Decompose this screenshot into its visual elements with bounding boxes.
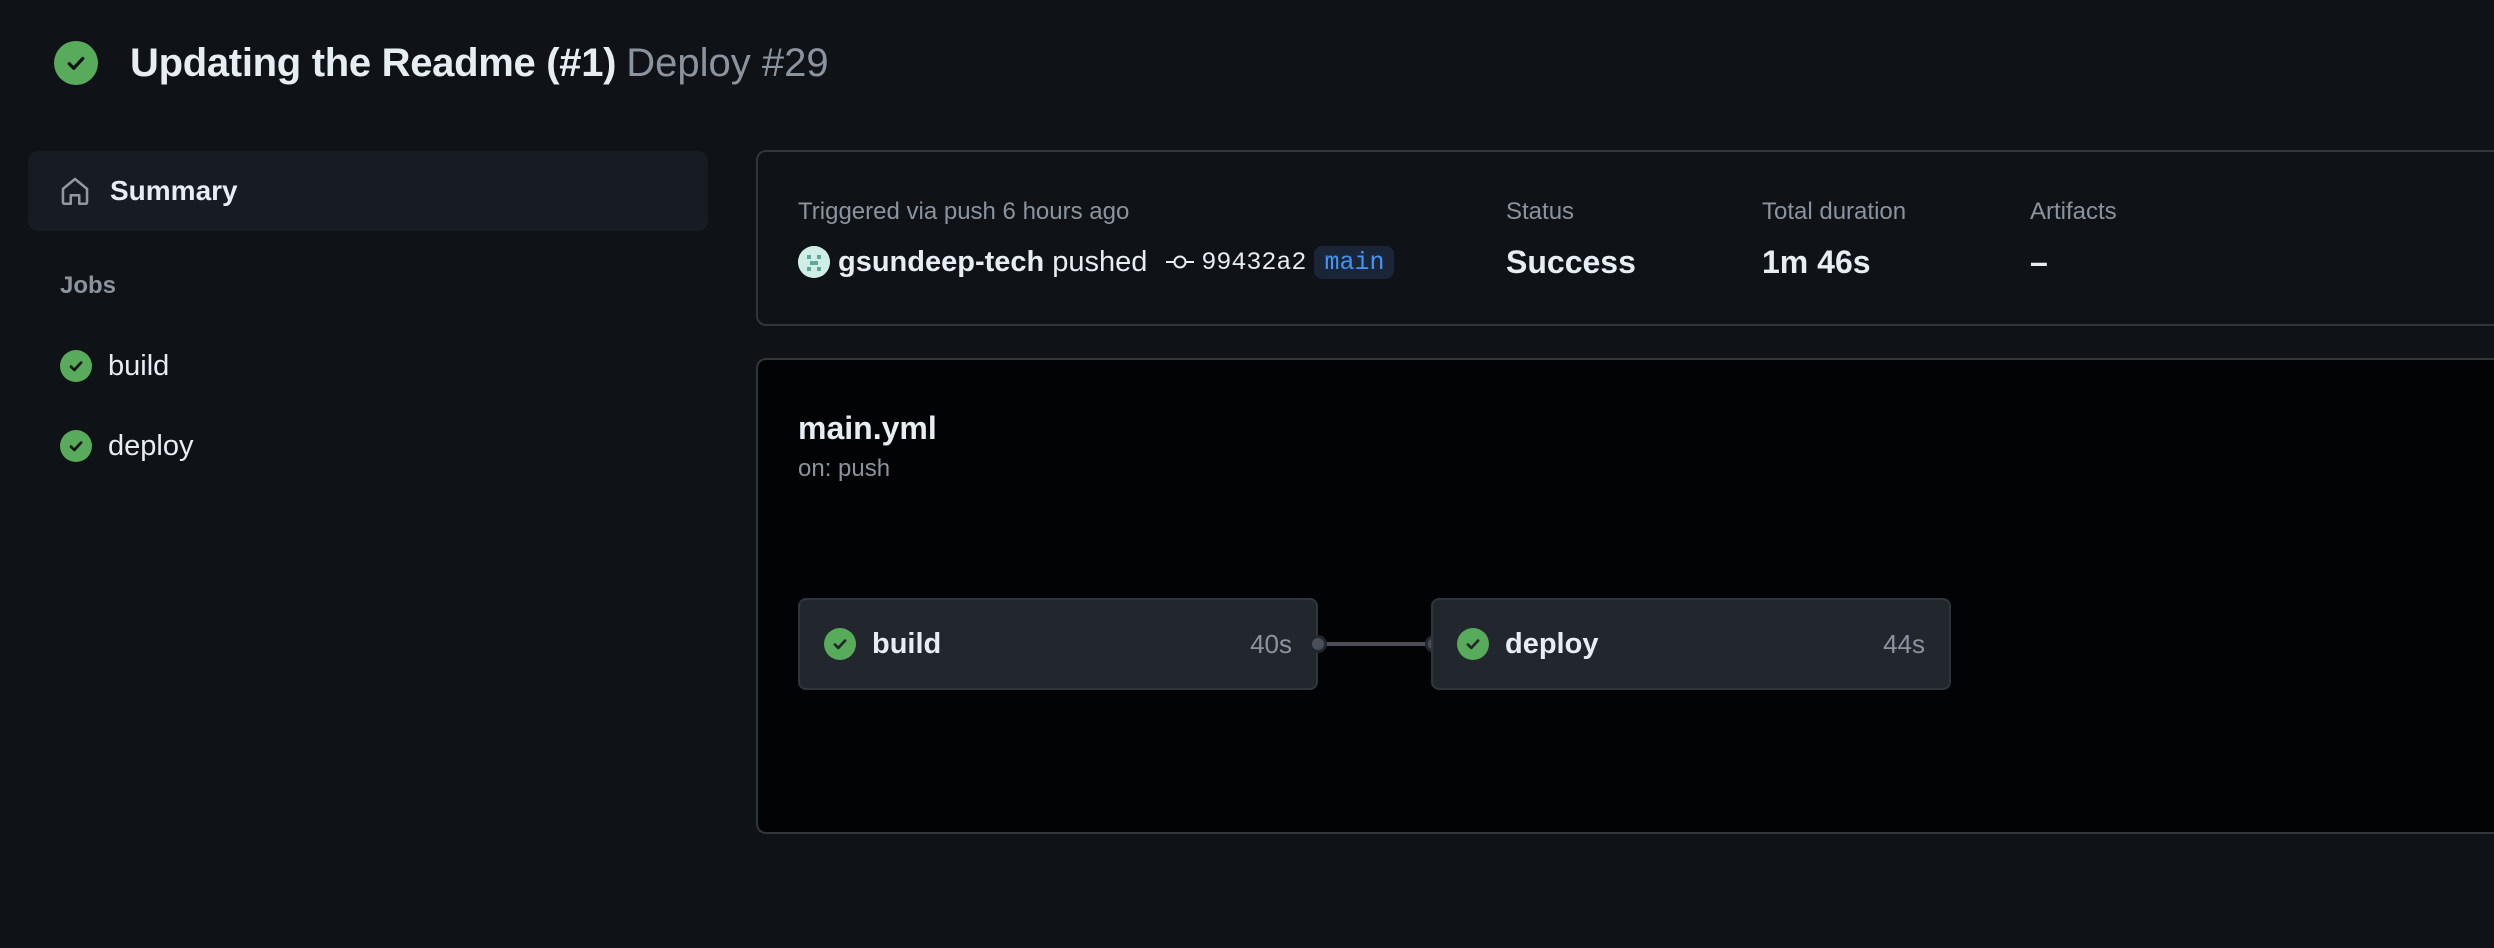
sidebar-job-label: build [108, 349, 170, 382]
branch-badge[interactable]: main [1314, 245, 1395, 279]
actor-link[interactable]: gsundeep-tech [838, 246, 1044, 279]
success-check-icon [60, 430, 92, 462]
trigger-text: Triggered via push 6 hours ago [798, 198, 1130, 225]
commit-sha-link[interactable]: 99432a2 [1201, 248, 1306, 277]
status-label: Status [1506, 198, 1575, 225]
sidebar-job-label: deploy [108, 429, 194, 462]
action-text: pushed [1052, 245, 1148, 278]
connector-dot [1309, 635, 1327, 653]
job-node-name: build [872, 627, 942, 660]
job-node-name: deploy [1505, 627, 1599, 660]
run-title: Updating the Readme (#1) [130, 40, 617, 85]
jobs-heading: Jobs [60, 272, 117, 299]
job-node-duration: 44s [1883, 628, 1925, 659]
git-commit-icon [1165, 252, 1195, 272]
success-check-icon [54, 41, 98, 85]
workflow-trigger: on: push [798, 455, 891, 482]
job-node-duration: 40s [1250, 628, 1292, 659]
job-node-deploy[interactable]: deploy 44s [1431, 598, 1951, 690]
avatar[interactable] [798, 246, 830, 278]
commit-line: gsundeep-tech pushed 99432a2 main [798, 242, 1395, 282]
artifacts-value: – [2030, 244, 2048, 280]
sidebar-job-build[interactable]: build [60, 346, 169, 386]
success-check-icon [1457, 628, 1489, 660]
job-node-build[interactable]: build 40s [798, 598, 1318, 690]
status-value: Success [1506, 244, 1636, 280]
duration-value: 1m 46s [1762, 244, 1871, 280]
sidebar-job-deploy[interactable]: deploy [60, 426, 193, 466]
page-header: Updating the Readme (#1) Deploy #29 [54, 38, 829, 88]
success-check-icon [824, 628, 856, 660]
home-icon [58, 174, 92, 208]
duration-label: Total duration [1762, 198, 1907, 225]
success-check-icon [60, 350, 92, 382]
workflow-run-number[interactable]: Deploy #29 [626, 41, 828, 86]
sidebar-item-summary[interactable]: Summary [28, 151, 708, 231]
job-connector [1318, 642, 1434, 646]
run-summary-card: Triggered via push 6 hours ago gsundeep-… [756, 150, 2494, 326]
sidebar-item-label: Summary [110, 175, 238, 206]
workflow-graph: main.yml on: push build 40s deploy 44s [756, 358, 2494, 834]
artifacts-label: Artifacts [2030, 198, 2117, 225]
workflow-file-name[interactable]: main.yml [798, 410, 937, 447]
